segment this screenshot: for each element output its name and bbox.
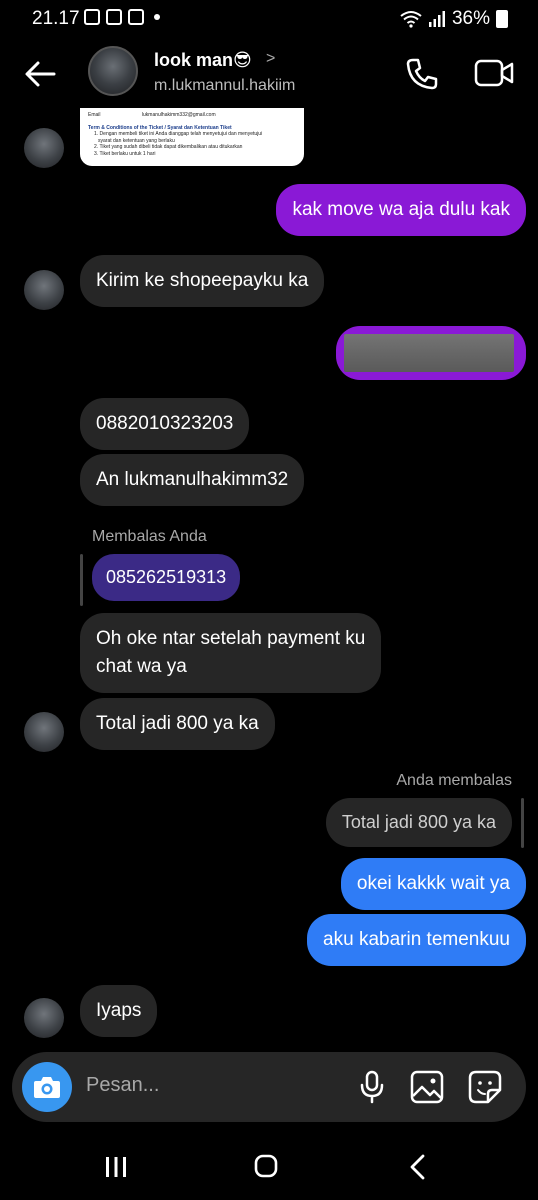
sender-avatar[interactable] (24, 128, 64, 168)
video-notification-icon (106, 9, 122, 25)
sender-avatar[interactable] (24, 270, 64, 310)
outgoing-message[interactable]: aku kabarin temenkuu (307, 914, 526, 966)
wifi-icon (400, 11, 422, 28)
status-right: 36% (400, 8, 508, 30)
redacted-outgoing-message[interactable] (336, 326, 526, 380)
recent-apps-icon[interactable] (104, 1156, 128, 1178)
message-list[interactable]: Email lukmanulhakimm332@gmail.com Term &… (0, 108, 538, 1048)
incoming-message[interactable]: Kirim ke shopeepayku ka (80, 255, 325, 307)
contact-name[interactable]: look man😎 (154, 50, 252, 71)
incoming-message[interactable]: An lukmanulhakimm32 (80, 454, 305, 506)
camera-button[interactable] (22, 1062, 72, 1112)
microphone-icon[interactable] (358, 1070, 386, 1104)
back-arrow-icon[interactable] (22, 56, 58, 92)
incoming-message[interactable]: Iyaps (80, 985, 158, 1037)
status-time: 21.17 (32, 8, 80, 29)
gallery-notification-icon (84, 9, 100, 25)
reply-label: Membalas Anda (92, 528, 207, 545)
ticket-image-message[interactable]: Email lukmanulhakimm332@gmail.com Term &… (80, 108, 304, 166)
battery-percent: 36% (451, 8, 490, 29)
incoming-message[interactable]: Oh oke ntar setelah payment ku chat wa y… (80, 613, 382, 693)
outgoing-message[interactable]: kak move wa aja dulu kak (276, 184, 526, 236)
more-notifications-icon (154, 14, 160, 20)
system-navigation-bar (0, 1140, 538, 1200)
signal-icon (428, 11, 445, 27)
sticker-icon[interactable] (468, 1070, 502, 1104)
chat-header: look man😎 > m.lukmannul.hakiim (0, 36, 538, 108)
video-call-icon[interactable] (474, 58, 514, 88)
chevron-right-icon[interactable]: > (266, 50, 275, 68)
incoming-message[interactable]: 0882010323203 (80, 398, 250, 450)
home-icon[interactable] (254, 1154, 278, 1178)
reply-label: Anda membalas (396, 772, 512, 789)
gallery-icon[interactable] (410, 1070, 444, 1104)
contact-avatar[interactable] (88, 46, 138, 96)
sender-avatar[interactable] (24, 998, 64, 1038)
instagram-notification-icon (128, 9, 144, 25)
phone-call-icon[interactable] (404, 56, 440, 92)
camera-icon (34, 1077, 60, 1098)
reply-indicator (80, 554, 83, 606)
back-nav-icon[interactable] (408, 1154, 428, 1180)
message-input[interactable]: Pesan... (86, 1074, 159, 1097)
quoted-message[interactable]: Total jadi 800 ya ka (325, 798, 512, 847)
sender-avatar[interactable] (24, 712, 64, 752)
status-bar: 21.17 36% (0, 0, 538, 36)
quoted-message[interactable]: 085262519313 (92, 554, 241, 601)
contact-username[interactable]: m.lukmannul.hakiim (154, 77, 295, 95)
reply-indicator (521, 798, 524, 848)
ticket-email-row: Email lukmanulhakimm332@gmail.com (88, 112, 216, 118)
message-composer[interactable]: Pesan... (12, 1052, 526, 1122)
redacted-content (344, 334, 514, 372)
outgoing-message[interactable]: okei kakkk wait ya (340, 858, 526, 910)
battery-icon (496, 10, 508, 28)
notification-icons (84, 9, 160, 25)
incoming-message[interactable]: Total jadi 800 ya ka (80, 698, 275, 750)
